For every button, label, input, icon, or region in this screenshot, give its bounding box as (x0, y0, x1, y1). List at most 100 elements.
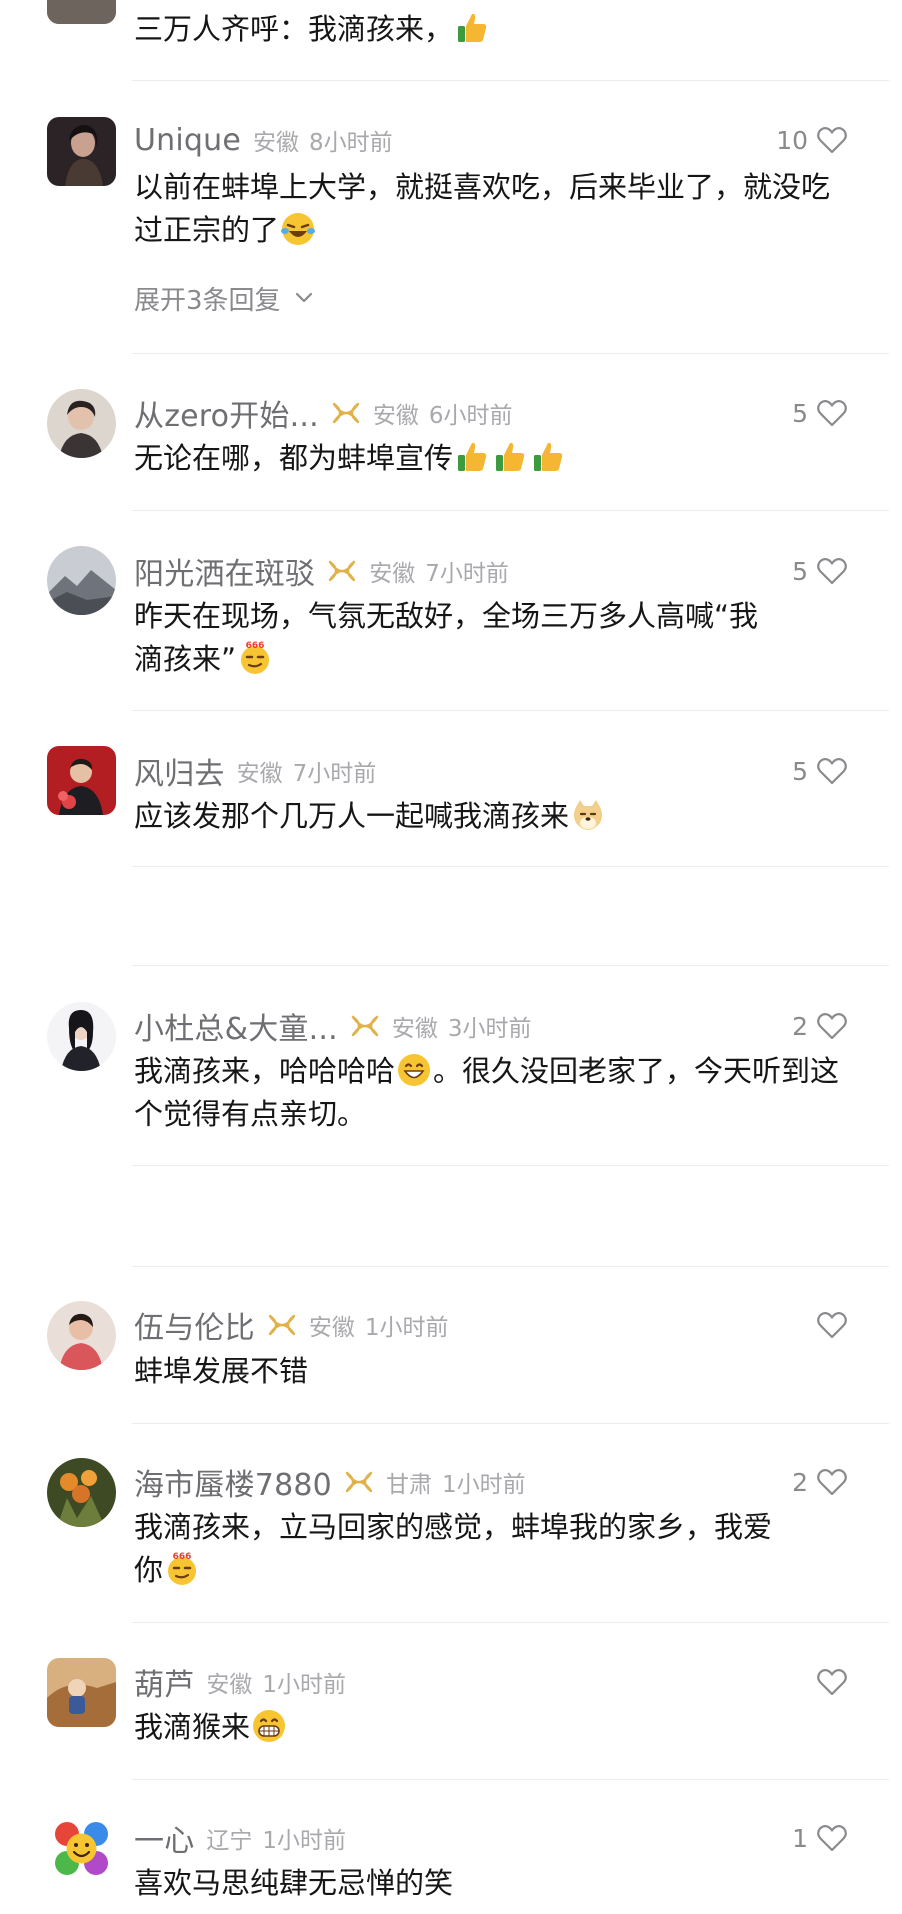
avatar[interactable] (47, 746, 116, 815)
location: 安徽 (372, 403, 419, 429)
comment-text: 三万人齐呼：我滴孩来， (134, 8, 854, 51)
thumbs-up-emoji-icon (492, 439, 528, 475)
comment-text: 我滴孩来，哈哈哈哈 。很久没回老家了，今天听到这个觉得有点亲切。 (134, 1052, 840, 1131)
comment-meta: 风归去 安徽 7小时前 (134, 749, 376, 793)
timestamp: 1小时前 (262, 1672, 347, 1698)
grinning-emoji-icon (396, 1052, 432, 1088)
gold-fan-badge-icon (344, 1470, 374, 1494)
thumbs-up-emoji-icon (454, 439, 490, 475)
doge-emoji-icon (570, 797, 606, 833)
avatar[interactable] (47, 1301, 116, 1370)
avatar[interactable] (47, 1814, 116, 1883)
like-button[interactable]: 2 (792, 1462, 848, 1502)
gold-fan-badge-icon (327, 559, 357, 583)
location: 安徽 (308, 1315, 355, 1341)
thumbs-up-emoji-icon (530, 439, 566, 475)
divider (132, 1423, 889, 1424)
timestamp: 6小时前 (428, 403, 513, 429)
like-count: 5 (792, 556, 808, 586)
location: 安徽 (369, 561, 416, 587)
timestamp: 7小时前 (425, 561, 509, 587)
like-button[interactable]: 1 (792, 1818, 848, 1858)
username[interactable]: 小杜总&大童... (134, 1004, 338, 1048)
heart-outline-icon[interactable] (816, 1823, 848, 1853)
divider (132, 510, 889, 511)
comment-meta: 一心 辽宁 1小时前 (134, 1816, 346, 1860)
avatar[interactable] (47, 546, 116, 615)
expand-replies-label: 展开3条回复 (134, 285, 281, 316)
heart-outline-icon[interactable] (816, 556, 848, 586)
divider (132, 866, 889, 867)
heart-outline-icon[interactable] (816, 398, 848, 428)
avatar[interactable] (47, 1002, 116, 1071)
gold-fan-badge-icon (350, 1014, 380, 1038)
comment-text: 应该发那个几万人一起喊我滴孩来 (134, 795, 854, 838)
expand-replies-button[interactable]: 展开3条回复 (134, 278, 313, 318)
heart-outline-icon[interactable] (816, 1467, 848, 1497)
avatar[interactable] (47, 389, 116, 458)
comment-text: 无论在哪，都为蚌埠宣传 (134, 437, 854, 480)
avatar[interactable] (47, 0, 116, 24)
timestamp: 1小时前 (364, 1315, 449, 1341)
username[interactable]: 阳光洒在斑驳 (134, 549, 315, 593)
avatar[interactable] (47, 1658, 116, 1727)
username[interactable]: 从zero开始... (134, 391, 319, 435)
divider (132, 1266, 889, 1267)
like-button[interactable] (808, 1305, 848, 1345)
like-button[interactable]: 5 (792, 551, 848, 591)
username[interactable]: Unique (134, 123, 241, 158)
divider (132, 353, 889, 354)
heart-outline-icon[interactable] (816, 1011, 848, 1041)
divider (132, 1779, 889, 1780)
avatar[interactable] (47, 1458, 116, 1527)
666-smirk-emoji-icon: 666 (164, 1551, 200, 1587)
username[interactable]: 一心 (134, 1816, 194, 1860)
gold-fan-badge-icon (331, 401, 361, 425)
heart-outline-icon[interactable] (816, 1310, 848, 1340)
comment-meta: 小杜总&大童... 安徽 3小时前 (134, 1004, 532, 1048)
heart-outline-icon[interactable] (816, 756, 848, 786)
like-count: 1 (792, 1823, 808, 1853)
heart-outline-icon[interactable] (816, 1667, 848, 1697)
big-grin-teeth-emoji-icon (251, 1708, 287, 1744)
like-count: 5 (792, 756, 808, 786)
location: 安徽 (206, 1672, 253, 1698)
comment-meta: 伍与伦比 安徽 1小时前 (134, 1303, 449, 1347)
comment-meta: 葫芦 安徽 1小时前 (134, 1660, 347, 1704)
username[interactable]: 海市蜃楼7880 (134, 1460, 332, 1504)
like-count: 2 (792, 1467, 808, 1497)
like-button[interactable] (808, 1662, 848, 1702)
comment-meta: 从zero开始... 安徽 6小时前 (134, 391, 513, 435)
svg-text:666: 666 (173, 1552, 192, 1562)
username[interactable]: 葫芦 (134, 1660, 194, 1704)
like-button[interactable]: 5 (792, 393, 848, 433)
comment-text: 喜欢马思纯肆无忌惮的笑 (134, 1866, 454, 1900)
like-count: 10 (776, 125, 808, 155)
like-button[interactable]: 2 (792, 1006, 848, 1046)
timestamp: 3小时前 (447, 1016, 532, 1042)
username[interactable]: 风归去 (134, 749, 225, 793)
like-button[interactable]: 5 (792, 751, 848, 791)
divider (132, 1622, 889, 1623)
like-count: 2 (792, 1011, 808, 1041)
divider (132, 1165, 889, 1166)
comment-meta: 阳光洒在斑驳 安徽 7小时前 (134, 549, 509, 593)
svg-text:666: 666 (246, 641, 265, 651)
gold-fan-badge-icon (267, 1313, 297, 1337)
like-count: 5 (792, 398, 808, 428)
chevron-down-icon (295, 292, 312, 303)
location: 安徽 (236, 761, 283, 787)
username[interactable]: 伍与伦比 (134, 1303, 255, 1347)
like-button[interactable]: 10 (776, 120, 848, 160)
comment-text: 我滴孩来，立马回家的感觉，蚌埠我的家乡，我爱 你 666 (134, 1510, 773, 1587)
heart-outline-icon[interactable] (816, 125, 848, 155)
divider (132, 710, 889, 711)
location: 安徽 (253, 130, 300, 156)
comment-text: 蚌埠发展不错 (134, 1354, 309, 1388)
avatar[interactable] (47, 117, 116, 186)
666-smirk-emoji-icon: 666 (237, 640, 273, 676)
location: 安徽 (391, 1016, 438, 1042)
timestamp: 1小时前 (441, 1472, 526, 1498)
comment-meta: 海市蜃楼7880 甘肃 1小时前 (134, 1460, 526, 1504)
comment-meta: Unique 安徽 8小时前 (134, 120, 393, 160)
